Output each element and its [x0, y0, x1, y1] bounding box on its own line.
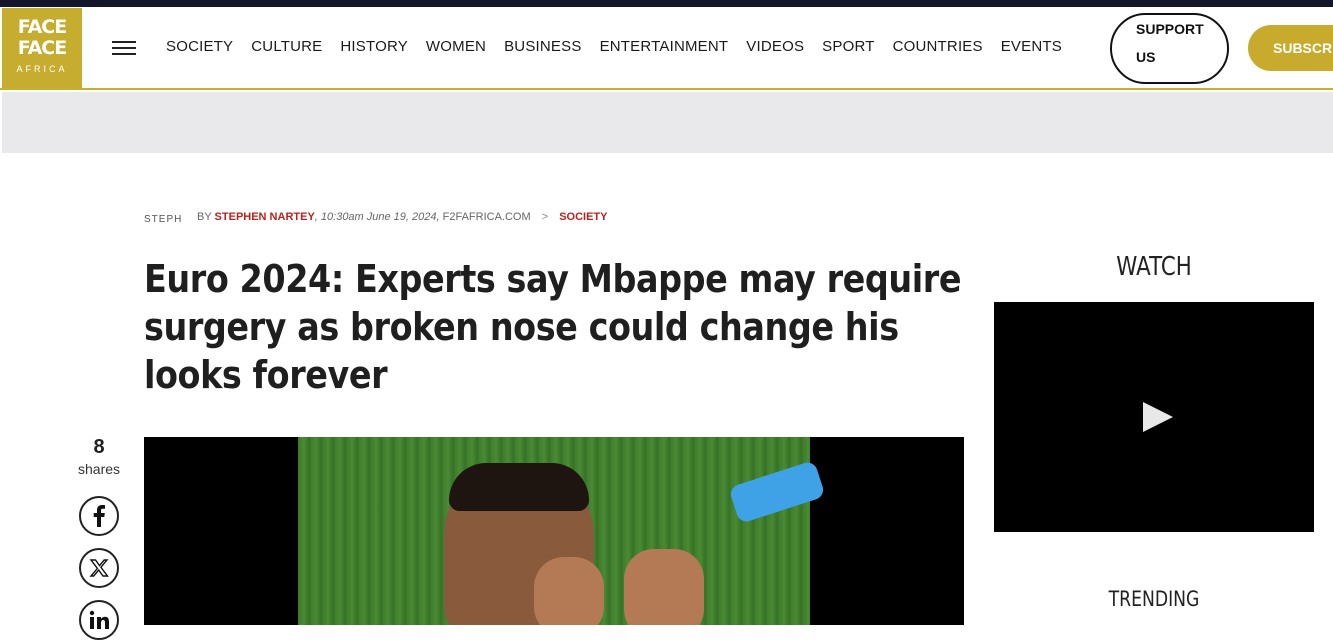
- nav-item-women[interactable]: WOMEN: [426, 38, 486, 58]
- support-us-button[interactable]: SUPPORT US: [1110, 13, 1229, 84]
- site-name: F2FAFRICA.COM: [439, 211, 531, 223]
- author-avatar[interactable]: STEPH: [144, 201, 182, 239]
- share-count-label: shares: [78, 461, 121, 477]
- facebook-share-button[interactable]: [79, 496, 119, 536]
- support-label-2: US: [1136, 49, 1156, 65]
- nav-item-videos[interactable]: VIDEOS: [746, 38, 804, 58]
- article-title: Euro 2024: Experts say Mbappe may requir…: [144, 257, 962, 397]
- trending-heading: TRENDING: [1108, 587, 1200, 611]
- site-logo[interactable]: FACE FACE AFRICA: [2, 8, 82, 88]
- nav-item-events[interactable]: EVENTS: [1001, 38, 1062, 58]
- category-link[interactable]: SOCIETY: [559, 211, 607, 223]
- share-count-number: 8: [93, 436, 105, 458]
- logo-line-3: AFRICA: [16, 64, 68, 74]
- watch-heading: WATCH: [1116, 252, 1192, 282]
- share-count: 8 shares: [78, 436, 120, 477]
- hero-photo-hand-right: [624, 549, 704, 625]
- top-strip: [0, 0, 1333, 7]
- nav-item-culture[interactable]: CULTURE: [251, 38, 322, 58]
- hamburger-menu-icon[interactable]: [112, 41, 136, 57]
- logo-line-1: FACE: [17, 16, 67, 38]
- nav-item-business[interactable]: BUSINESS: [504, 38, 581, 58]
- publish-date: , 10:30am June 19, 2024,: [314, 211, 440, 223]
- play-icon[interactable]: [1143, 402, 1173, 432]
- article-hero-image: [144, 437, 964, 625]
- x-twitter-icon: [89, 559, 109, 577]
- article-meta: BY STEPHEN NARTEY, 10:30am June 19, 2024…: [197, 211, 607, 223]
- facebook-icon: [93, 505, 105, 527]
- support-label-1: SUPPORT: [1136, 21, 1204, 37]
- nav-item-history[interactable]: HISTORY: [340, 38, 408, 58]
- linkedin-share-button[interactable]: [79, 600, 119, 640]
- subscribe-button[interactable]: SUBSCRIBE: [1248, 25, 1333, 71]
- hero-photo-hand-left: [534, 557, 604, 625]
- hero-photo-hair: [449, 463, 589, 511]
- nav-item-entertainment[interactable]: ENTERTAINMENT: [600, 38, 729, 58]
- by-label: BY: [197, 211, 212, 223]
- nav-item-society[interactable]: SOCIETY: [166, 38, 233, 58]
- ad-banner: [2, 92, 1333, 153]
- video-player[interactable]: [994, 302, 1314, 532]
- site-header: FACE FACE AFRICA SOCIETY CULTURE HISTORY…: [0, 7, 1333, 90]
- author-link[interactable]: STEPHEN NARTEY: [215, 211, 315, 223]
- main-nav: SOCIETY CULTURE HISTORY WOMEN BUSINESS E…: [157, 38, 1071, 58]
- breadcrumb-separator: >: [541, 211, 549, 223]
- nav-item-countries[interactable]: COUNTRIES: [893, 38, 983, 58]
- linkedin-icon: [89, 610, 109, 629]
- x-share-button[interactable]: [79, 548, 119, 588]
- logo-line-2: FACE: [17, 37, 67, 59]
- nav-item-sport[interactable]: SPORT: [822, 38, 874, 58]
